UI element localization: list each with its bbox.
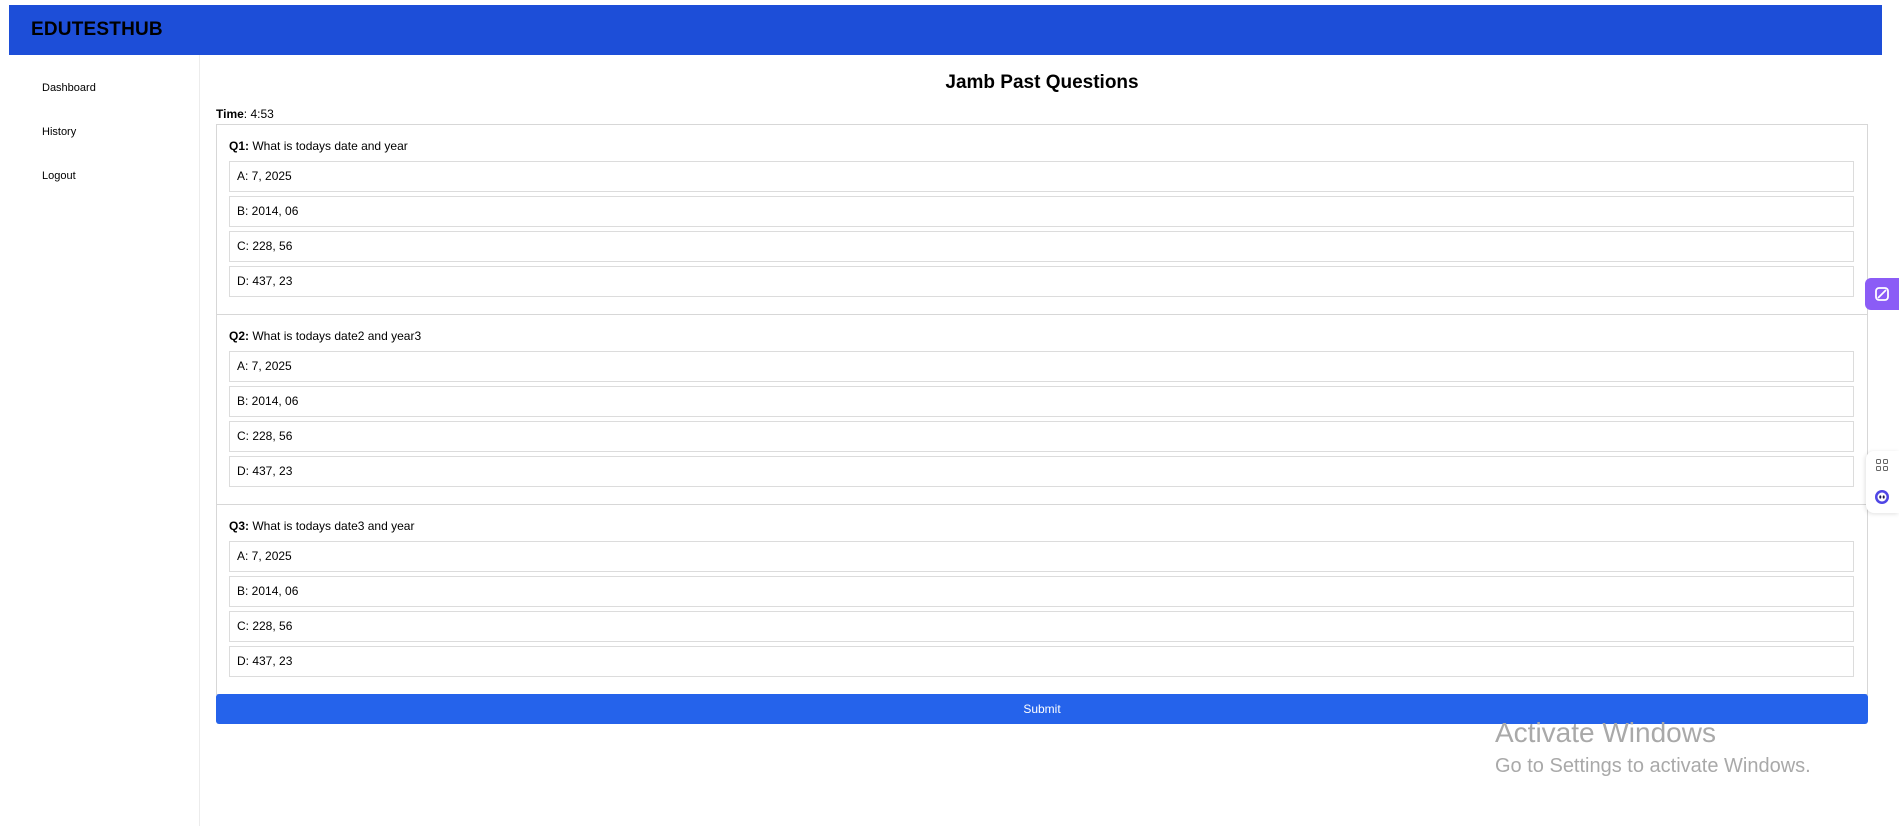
option-b[interactable]: B: 2014, 06 [229,386,1854,417]
brand-logo[interactable]: EDUTESTHUB [31,19,163,41]
option-c[interactable]: C: 228, 56 [229,421,1854,452]
extension-badge[interactable] [1865,278,1899,310]
option-c[interactable]: C: 228, 56 [229,231,1854,262]
top-header: EDUTESTHUB [9,5,1882,55]
sidebar-item-logout[interactable]: Logout [42,170,76,182]
watermark-title: Activate Windows [1495,717,1716,748]
sidebar-item-dashboard[interactable]: Dashboard [42,82,96,94]
option-a[interactable]: A: 7, 2025 [229,161,1854,192]
question-number: Q1: [229,139,250,153]
question-prompt: What is todays date2 and year3 [249,329,422,343]
timer-label: Time [216,107,244,121]
assistant-bot-icon[interactable] [1874,489,1890,505]
question-prompt: What is todays date3 and year [249,519,415,533]
sidebar: Dashboard History Logout [0,55,200,826]
question-number: Q3: [229,519,250,533]
option-a[interactable]: A: 7, 2025 [229,351,1854,382]
option-d[interactable]: D: 437, 23 [229,456,1854,487]
question-card-3: Q3: What is todays date3 and year A: 7, … [216,504,1868,695]
option-a[interactable]: A: 7, 2025 [229,541,1854,572]
windows-activation-watermark: Activate Windows Go to Settings to activ… [1495,717,1811,778]
question-number: Q2: [229,329,250,343]
sidebar-item-history[interactable]: History [42,126,76,138]
question-text: Q1: What is todays date and year [229,139,408,153]
option-b[interactable]: B: 2014, 06 [229,196,1854,227]
option-d[interactable]: D: 437, 23 [229,266,1854,297]
option-d[interactable]: D: 437, 23 [229,646,1854,677]
blocked-icon [1875,287,1889,301]
question-text: Q3: What is todays date3 and year [229,519,414,533]
question-card-1: Q1: What is todays date and year A: 7, 2… [216,124,1868,315]
side-tools-panel [1866,451,1899,513]
timer: Time: 4:53 [216,107,274,121]
option-c[interactable]: C: 228, 56 [229,611,1854,642]
page-title: Jamb Past Questions [945,72,1139,93]
option-b[interactable]: B: 2014, 06 [229,576,1854,607]
apps-grid-icon[interactable] [1876,459,1888,471]
question-prompt: What is todays date and year [249,139,408,153]
watermark-subtitle: Go to Settings to activate Windows. [1495,755,1811,777]
question-text: Q2: What is todays date2 and year3 [229,329,421,343]
timer-value: : 4:53 [243,107,274,121]
question-card-2: Q2: What is todays date2 and year3 A: 7,… [216,314,1868,505]
